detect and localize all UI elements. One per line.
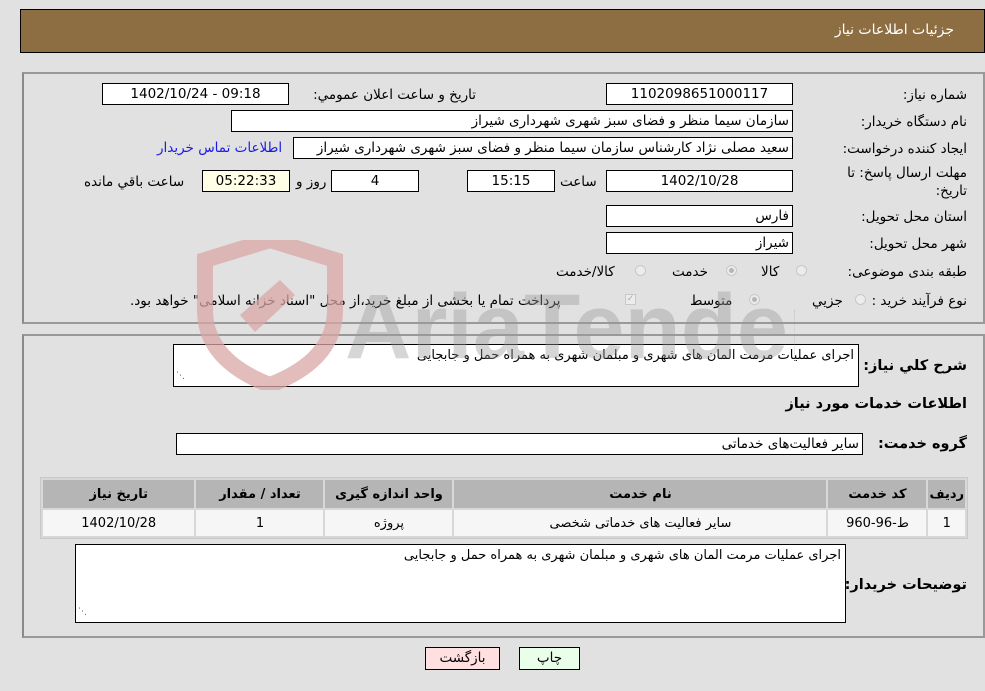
days-remaining-field: 4	[331, 170, 419, 192]
process-radio-minor[interactable]	[855, 294, 866, 305]
col-row-number: ردیف	[928, 480, 965, 508]
resize-grip-icon[interactable]: ⋰	[78, 603, 87, 621]
buyer-org-field: سازمان سیما منظر و فضای سبز شهری شهرداری…	[231, 110, 793, 132]
col-service-name: نام خدمت	[454, 480, 827, 508]
page-header: جزئیات اطلاعات نیاز	[20, 9, 985, 53]
process-option-medium: متوسط	[690, 293, 733, 309]
city-field: شیراز	[606, 232, 793, 254]
category-option-goods: کالا	[761, 264, 780, 280]
buyer-contact-link[interactable]: اطلاعات تماس خریدار	[157, 140, 282, 156]
deadline-label: مهلت ارسال پاسخ: تا تاریخ:	[847, 165, 967, 199]
process-option-minor: جزيي	[812, 293, 843, 309]
cell-service-name: سایر فعالیت های خدماتی شخصی	[454, 510, 827, 536]
need-number-field: 1102098651000117	[606, 83, 793, 105]
creator-field: سعید مصلی نژاد کارشناس سازمان سیما منظر …	[293, 137, 793, 159]
buyer-notes-label: توضیحات خریدار:	[844, 577, 967, 593]
summary-textarea[interactable]: اجرای عملیات مرمت المان های شهری و مبلما…	[173, 344, 859, 387]
back-button[interactable]: بازگشت	[425, 647, 500, 670]
process-radio-medium[interactable]	[749, 294, 760, 305]
resize-grip-icon[interactable]: ⋰	[176, 367, 185, 385]
services-table: ردیف کد خدمت نام خدمت واحد اندازه گیری ت…	[40, 477, 968, 539]
category-radio-goods[interactable]	[796, 265, 807, 276]
remaining-time-field: 05:22:33	[202, 170, 290, 192]
creator-label: ایجاد کننده درخواست:	[842, 141, 967, 157]
category-option-goods-service: کالا/خدمت	[556, 264, 615, 280]
category-label: طبقه بندی موضوعی:	[847, 264, 967, 280]
col-unit: واحد اندازه گیری	[325, 480, 453, 508]
cell-row-number: 1	[928, 510, 965, 536]
city-label: شهر محل تحویل:	[869, 236, 967, 252]
treasury-note: پرداخت تمام یا بخشی از مبلغ خرید،از محل …	[130, 293, 561, 309]
announce-value: 1402/10/24 - 09:18	[130, 86, 261, 102]
deadline-date-field: 1402/10/28	[606, 170, 793, 192]
summary-label: شرح كلي نياز:	[863, 358, 967, 374]
deadline-time-label: ساعت	[560, 174, 597, 190]
remaining-label: ساعت باقي مانده	[84, 174, 185, 190]
col-service-code: کد خدمت	[828, 480, 927, 508]
category-option-service: خدمت	[672, 264, 708, 280]
page-title: جزئیات اطلاعات نیاز	[834, 22, 954, 38]
service-group-label: گروه خدمت:	[877, 436, 967, 452]
cell-unit: پروژه	[325, 510, 453, 536]
announce-label: تاریخ و ساعت اعلان عمومي:	[313, 87, 476, 103]
print-button[interactable]: چاپ	[519, 647, 580, 670]
buyer-notes-textarea[interactable]: اجرای عملیات مرمت المان های شهری و مبلما…	[75, 544, 846, 623]
category-radio-goods-service[interactable]	[635, 265, 646, 276]
need-number-label: شماره نیاز:	[902, 87, 967, 103]
treasury-checkbox[interactable]: ✓	[625, 294, 636, 305]
announce-field: 1402/10/24 - 09:18	[102, 83, 289, 105]
services-section-title: اطلاعات خدمات مورد نیاز	[785, 396, 967, 412]
category-radio-service[interactable]	[726, 265, 737, 276]
col-quantity: تعداد / مقدار	[196, 480, 324, 508]
buyer-org-label: نام دستگاه خریدار:	[860, 114, 967, 130]
buyer-notes-text: اجرای عملیات مرمت المان های شهری و مبلما…	[403, 548, 841, 563]
province-field: فارس	[606, 205, 793, 227]
summary-text: اجرای عملیات مرمت المان های شهری و مبلما…	[416, 348, 854, 363]
province-label: استان محل تحویل:	[861, 209, 967, 225]
col-need-date: تاریخ نیاز	[43, 480, 195, 508]
table-row: 1 ط-96-960 سایر فعالیت های خدماتی شخصی پ…	[43, 510, 965, 536]
cell-quantity: 1	[196, 510, 324, 536]
services-table-header: ردیف کد خدمت نام خدمت واحد اندازه گیری ت…	[43, 480, 965, 508]
cell-need-date: 1402/10/28	[43, 510, 195, 536]
deadline-time-field: 15:15	[467, 170, 555, 192]
process-label: نوع فرآیند خرید :	[871, 293, 967, 309]
days-label: روز و	[296, 174, 327, 190]
cell-service-code: ط-96-960	[828, 510, 927, 536]
service-group-field: سایر فعالیت‌های خدماتی	[176, 433, 863, 455]
